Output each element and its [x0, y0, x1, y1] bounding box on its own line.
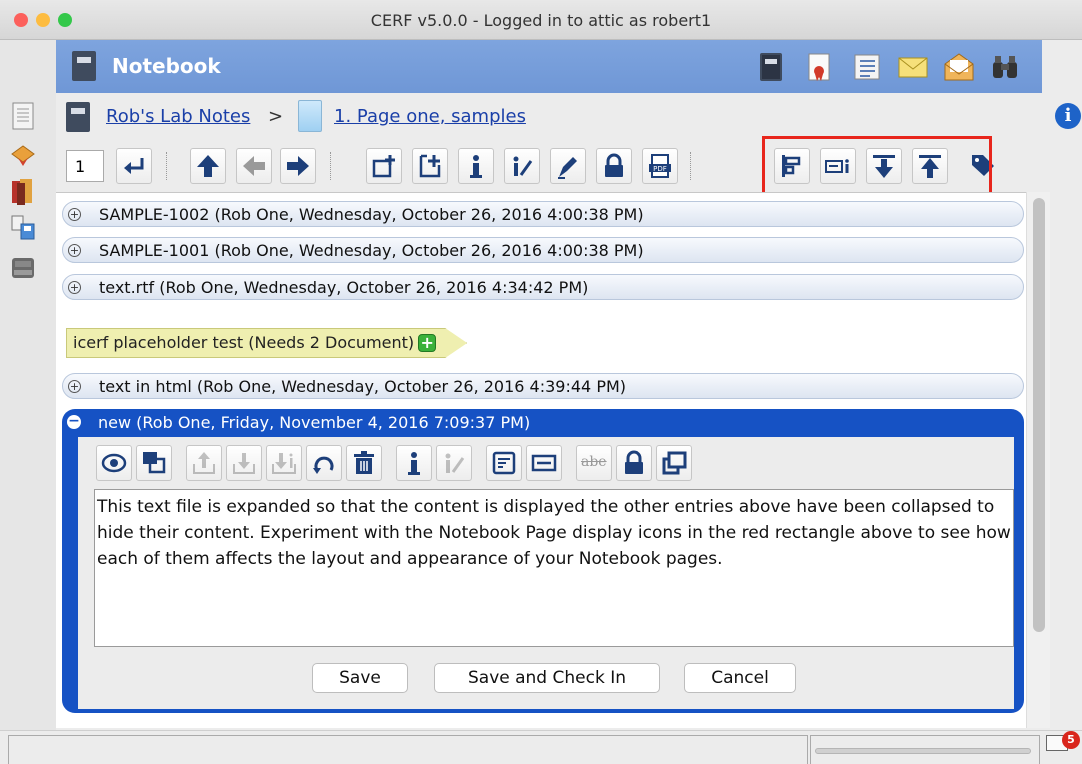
entry-label: text in html (Rob One, Wednesday, Octobe… — [99, 377, 627, 396]
expand-icon[interactable]: + — [68, 244, 81, 257]
expanded-entry-header[interactable]: − new (Rob One, Friday, November 4, 2016… — [62, 409, 1024, 437]
page-icon — [298, 100, 322, 132]
caption-button[interactable] — [526, 445, 562, 481]
progress-area — [810, 735, 1040, 764]
notebook-icon — [66, 102, 90, 132]
expand-icon[interactable]: + — [68, 208, 81, 221]
certificate-icon[interactable] — [804, 52, 834, 82]
binoculars-icon[interactable] — [990, 52, 1020, 82]
save-button[interactable]: Save — [312, 663, 408, 693]
preview-button[interactable] — [96, 445, 132, 481]
pdf-export-button[interactable]: PDF — [642, 148, 678, 184]
previous-page-button[interactable] — [236, 148, 272, 184]
message-count-badge[interactable]: 5 — [1062, 731, 1080, 749]
scrollbar-thumb[interactable] — [1033, 198, 1045, 632]
strikethrough-button[interactable]: abe — [576, 445, 612, 481]
mail-icon[interactable] — [898, 52, 928, 82]
title-bar: CERF v5.0.0 - Logged in to attic as robe… — [0, 0, 1082, 40]
sign-entry-button[interactable] — [436, 445, 472, 481]
layers-button[interactable] — [136, 445, 172, 481]
download-button[interactable] — [226, 445, 262, 481]
entry-editor: abe This text file is expanded so that t… — [78, 437, 1014, 709]
collapse-icon[interactable]: − — [67, 414, 81, 429]
import-icon[interactable] — [10, 140, 36, 168]
add-document-icon[interactable]: + — [418, 334, 436, 352]
delete-button[interactable] — [346, 445, 382, 481]
open-mail-icon[interactable] — [944, 52, 974, 82]
expand-icon[interactable]: + — [68, 380, 81, 393]
vertical-scrollbar[interactable] — [1026, 192, 1050, 728]
left-rail — [0, 40, 56, 730]
entry-row[interactable]: + text.rtf (Rob One, Wednesday, October … — [62, 274, 1024, 300]
info-button[interactable]: i — [1055, 103, 1081, 129]
drive-icon[interactable] — [10, 254, 36, 282]
expand-icon[interactable]: + — [68, 281, 81, 294]
lock-page-button[interactable] — [596, 148, 632, 184]
download-info-button[interactable] — [266, 445, 302, 481]
notebook-header: Notebook — [56, 40, 1042, 93]
entry-row[interactable]: + SAMPLE-1002 (Rob One, Wednesday, Octob… — [62, 201, 1024, 227]
placeholder-entry[interactable]: icerf placeholder test (Needs 2 Document… — [66, 328, 467, 358]
app-window: CERF v5.0.0 - Logged in to attic as robe… — [0, 0, 1082, 764]
page-up-button[interactable] — [190, 148, 226, 184]
notebook-page-content: + SAMPLE-1002 (Rob One, Wednesday, Octob… — [56, 192, 1050, 728]
save-and-check-in-button[interactable]: Save and Check In — [434, 663, 660, 693]
entry-info-button[interactable] — [396, 445, 432, 481]
entry-label: new (Rob One, Friday, November 4, 2016 7… — [98, 413, 531, 432]
go-to-page-button[interactable] — [116, 148, 152, 184]
transfer-icon[interactable] — [10, 214, 36, 242]
entry-row[interactable]: + SAMPLE-1001 (Rob One, Wednesday, Octob… — [62, 237, 1024, 263]
breadcrumb-separator: > — [268, 106, 284, 127]
window-title: CERF v5.0.0 - Logged in to attic as robe… — [370, 11, 712, 30]
entry-label: SAMPLE-1001 (Rob One, Wednesday, October… — [99, 241, 644, 260]
svg-text:PDF: PDF — [653, 165, 667, 173]
status-bar: 5 — [0, 730, 1082, 764]
undo-button[interactable] — [306, 445, 342, 481]
list-icon[interactable] — [852, 52, 882, 82]
breadcrumb-notebook-link[interactable]: Rob's Lab Notes — [106, 106, 250, 127]
cancel-button[interactable]: Cancel — [684, 663, 796, 693]
document-list-icon[interactable] — [10, 102, 36, 130]
entry-text-area[interactable]: This text file is expanded so that the c… — [94, 489, 1014, 647]
add-entry-button[interactable] — [412, 148, 448, 184]
pen-button[interactable] — [550, 148, 586, 184]
page-number-input[interactable]: 1 — [66, 150, 104, 182]
entry-row[interactable]: + text in html (Rob One, Wednesday, Octo… — [62, 373, 1024, 399]
sign-button[interactable] — [504, 148, 540, 184]
status-message-area — [8, 735, 808, 764]
entry-label: text.rtf (Rob One, Wednesday, October 26… — [99, 278, 589, 297]
entry-label: SAMPLE-1002 (Rob One, Wednesday, October… — [99, 205, 644, 224]
notebook-header-title: Notebook — [112, 54, 221, 78]
insert-entry-button[interactable] — [366, 148, 402, 184]
breadcrumb-page-link[interactable]: 1. Page one, samples — [334, 106, 526, 127]
notebooks-icon[interactable] — [10, 178, 36, 206]
notebook-view-icon[interactable] — [756, 52, 786, 82]
pop-out-button[interactable] — [656, 445, 692, 481]
upload-button[interactable] — [186, 445, 222, 481]
next-page-button[interactable] — [280, 148, 316, 184]
progress-bar — [815, 748, 1031, 754]
placeholder-label: icerf placeholder test (Needs 2 Document… — [73, 333, 415, 352]
edit-text-button[interactable] — [486, 445, 522, 481]
notebook-icon — [72, 51, 96, 81]
lock-entry-button[interactable] — [616, 445, 652, 481]
page-info-button[interactable] — [458, 148, 494, 184]
